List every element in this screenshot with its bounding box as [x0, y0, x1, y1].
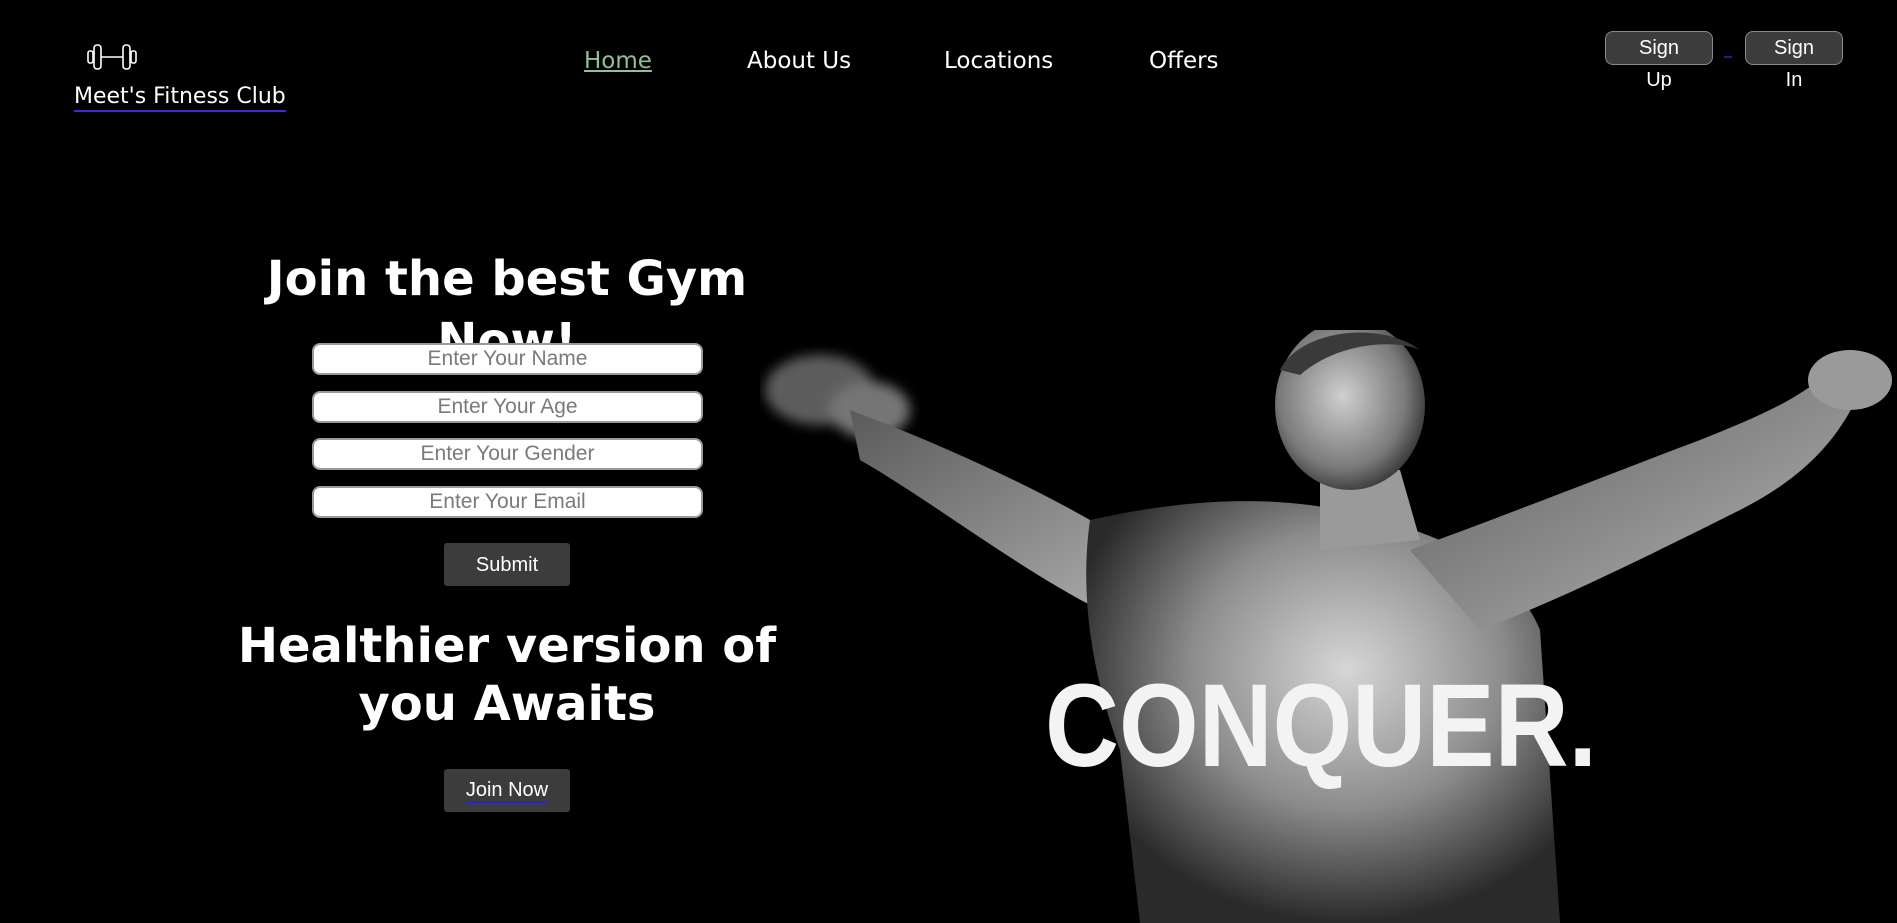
hero-caption: CONQUER. — [1045, 660, 1597, 792]
sign-in-button[interactable]: Sign In — [1745, 31, 1843, 91]
name-field[interactable] — [312, 343, 703, 375]
email-field[interactable] — [312, 486, 703, 518]
promo-headline: Healthier version of you Awaits — [237, 618, 777, 732]
auth-link-separator — [1724, 56, 1732, 58]
brand-name: Meet's Fitness Club — [74, 84, 286, 112]
hero-athlete-image: CONQUER. — [765, 330, 1892, 923]
submit-button[interactable]: Submit — [444, 543, 570, 586]
nav-item-about-us[interactable]: About Us — [747, 48, 851, 74]
nav-item-locations[interactable]: Locations — [944, 48, 1053, 74]
landing-page: Meet's Fitness Club Home About Us Locati… — [0, 0, 1897, 923]
age-field[interactable] — [312, 391, 703, 423]
sign-up-button[interactable]: Sign Up — [1605, 31, 1713, 91]
join-now-button[interactable]: Join Now — [444, 769, 570, 812]
nav-item-offers[interactable]: Offers — [1149, 48, 1219, 74]
nav-item-home[interactable]: Home — [584, 48, 652, 74]
gender-field[interactable] — [312, 438, 703, 470]
join-now-label: Join Now — [465, 779, 549, 803]
